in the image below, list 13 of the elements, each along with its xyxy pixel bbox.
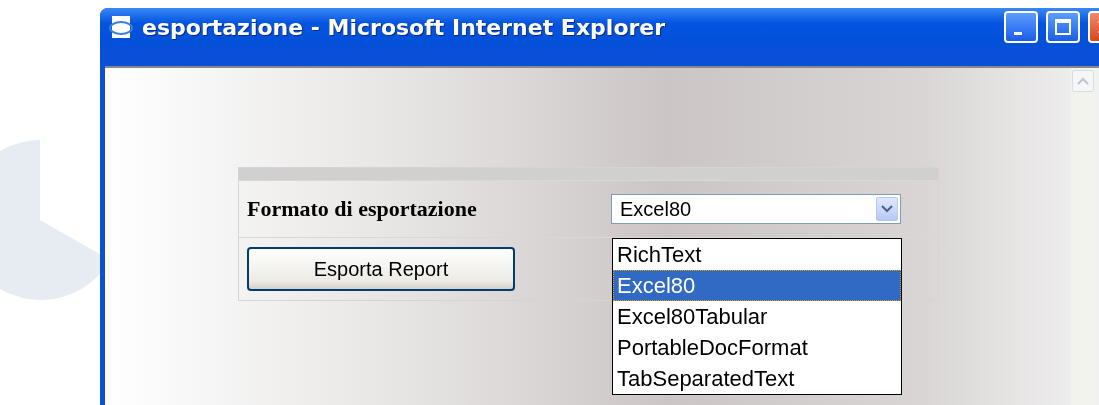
maximize-icon <box>1054 18 1072 36</box>
scrollbar[interactable] <box>1071 68 1095 405</box>
dropdown-option[interactable]: Excel80 <box>613 270 901 301</box>
format-label: Formato di esportazione <box>247 196 478 222</box>
dropdown-button[interactable] <box>876 197 898 221</box>
minimize-button[interactable] <box>1004 11 1038 43</box>
export-button[interactable]: Esporta Report <box>247 247 515 291</box>
maximize-button[interactable] <box>1046 11 1080 43</box>
window-title: esportazione - Microsoft Internet Explorer <box>142 14 667 40</box>
minimize-icon <box>1014 31 1022 35</box>
chevron-up-icon <box>1077 77 1089 85</box>
chevron-down-icon <box>881 205 893 213</box>
browser-icon <box>108 14 134 40</box>
